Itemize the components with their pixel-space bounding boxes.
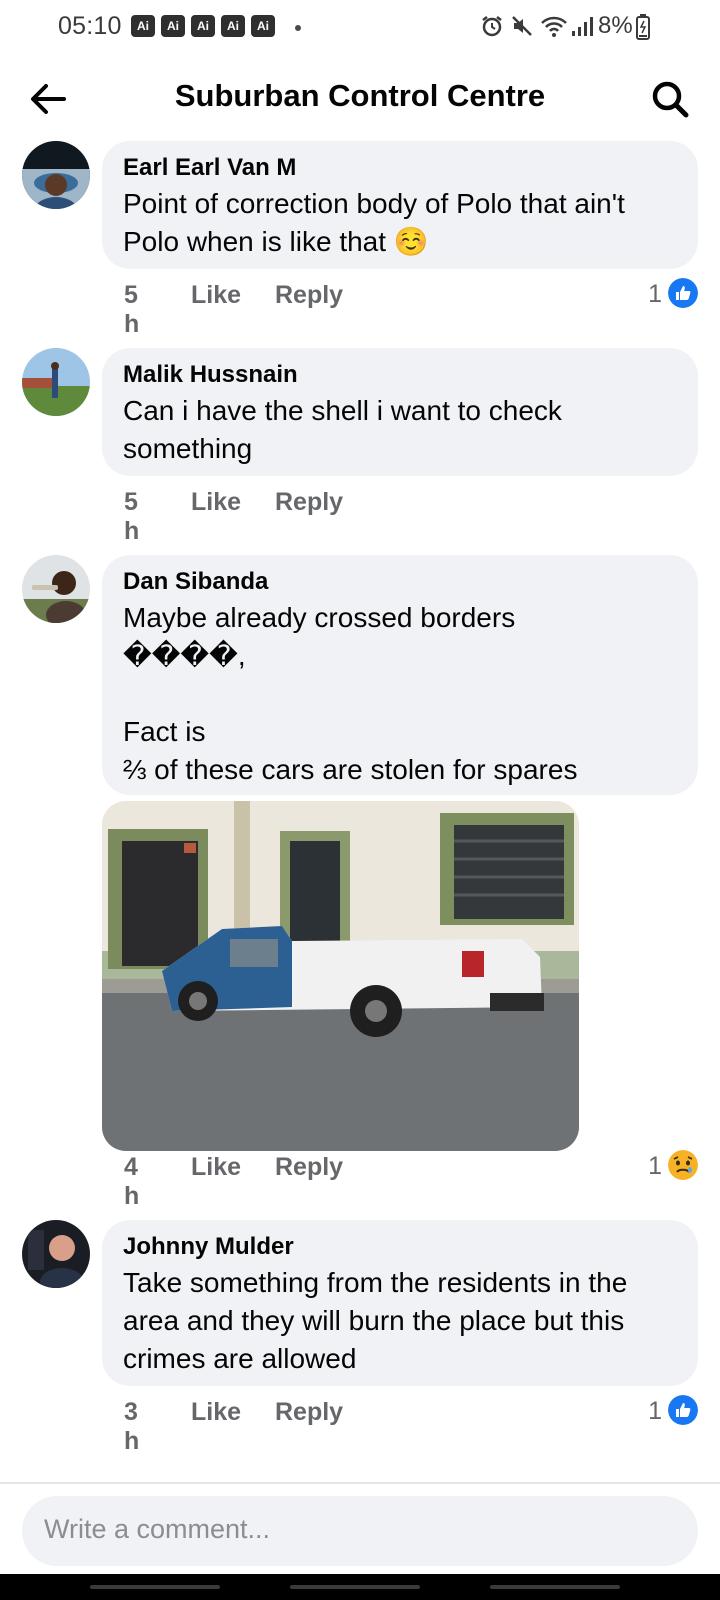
avatar-photo	[22, 1220, 90, 1288]
comment-author[interactable]: Dan Sibanda	[123, 567, 678, 597]
search-icon	[652, 81, 689, 118]
comment-text: Take something from the residents in the…	[123, 1267, 636, 1374]
comment-bubble[interactable]: Malik Hussnain Can i have the shell i wa…	[102, 348, 698, 476]
comment-bubble[interactable]: Johnny Mulder Take something from the re…	[102, 1220, 698, 1386]
avatar-photo	[22, 348, 90, 416]
comment-text: Point of correction body of Polo that ai…	[123, 188, 633, 257]
reaction-summary[interactable]: 1	[628, 278, 698, 312]
reply-button[interactable]: Reply	[275, 488, 343, 517]
comment-composer[interactable]: Write a comment...	[22, 1496, 698, 1566]
like-button[interactable]: Like	[191, 488, 241, 517]
reaction-count: 1	[648, 280, 662, 308]
reaction-summary[interactable]: 1	[628, 1150, 698, 1184]
comment-time: 3 h	[124, 1398, 140, 1455]
avatar[interactable]	[22, 1220, 90, 1288]
status-bar: 05:10 Ai Ai Ai Ai Ai 8%	[0, 0, 720, 56]
like-icon	[668, 278, 698, 308]
page-title: Suburban Control Centre	[174, 78, 546, 113]
composer-divider	[0, 1482, 720, 1484]
mute-icon	[512, 16, 532, 36]
reaction-summary[interactable]: 1	[628, 1395, 698, 1429]
comment-time: 5 h	[124, 281, 140, 338]
reply-button[interactable]: Reply	[275, 1398, 343, 1427]
nav-back-button[interactable]	[490, 1585, 620, 1589]
comment-author[interactable]: Malik Hussnain	[123, 360, 678, 390]
wifi-icon	[541, 16, 567, 37]
avatar[interactable]	[22, 348, 90, 416]
reply-button[interactable]: Reply	[275, 281, 343, 310]
reaction-count: 1	[648, 1152, 662, 1180]
battery-percent: 8%	[598, 12, 633, 39]
attached-photo[interactable]	[102, 801, 579, 1151]
search-button[interactable]	[648, 77, 692, 121]
system-nav-bar	[0, 1574, 720, 1600]
comment-time: 5 h	[124, 488, 140, 545]
photo-pickup-truck	[102, 801, 579, 1151]
battery-icon	[636, 14, 650, 40]
nav-recents-button[interactable]	[90, 1585, 220, 1589]
reply-button[interactable]: Reply	[275, 1153, 343, 1182]
comment-text: Can i have the shell i want to check som…	[123, 395, 570, 464]
ai-badge: Ai	[131, 15, 155, 37]
ai-badge: Ai	[191, 15, 215, 37]
ai-badge: Ai	[221, 15, 245, 37]
notification-dot	[295, 25, 301, 31]
comment-author[interactable]: Earl Earl Van M	[123, 153, 678, 183]
sad-face-icon	[668, 1150, 698, 1180]
ai-badge: Ai	[161, 15, 185, 37]
nav-home-button[interactable]	[290, 1585, 420, 1589]
avatar-photo	[22, 141, 90, 209]
signal-icon	[572, 17, 593, 36]
status-time: 05:10	[58, 12, 122, 40]
reaction-count: 1	[648, 1397, 662, 1425]
ai-badge: Ai	[251, 15, 275, 37]
avatar-photo	[22, 555, 90, 623]
avatar[interactable]	[22, 555, 90, 623]
comment-time: 4 h	[124, 1153, 140, 1210]
like-button[interactable]: Like	[191, 281, 241, 310]
like-icon	[668, 1395, 698, 1425]
like-button[interactable]: Like	[191, 1398, 241, 1427]
comment-bubble[interactable]: Earl Earl Van M Point of correction body…	[102, 141, 698, 269]
like-button[interactable]: Like	[191, 1153, 241, 1182]
comment-input[interactable]: Write a comment...	[44, 1514, 270, 1545]
avatar[interactable]	[22, 141, 90, 209]
comment-bubble[interactable]: Dan Sibanda Maybe already crossed border…	[102, 555, 698, 795]
top-bar: Suburban Control Centre	[0, 60, 720, 136]
alarm-icon	[482, 16, 502, 37]
comment-author[interactable]: Johnny Mulder	[123, 1232, 678, 1262]
comment-text: Maybe already crossed borders ����, Fact…	[123, 602, 578, 785]
